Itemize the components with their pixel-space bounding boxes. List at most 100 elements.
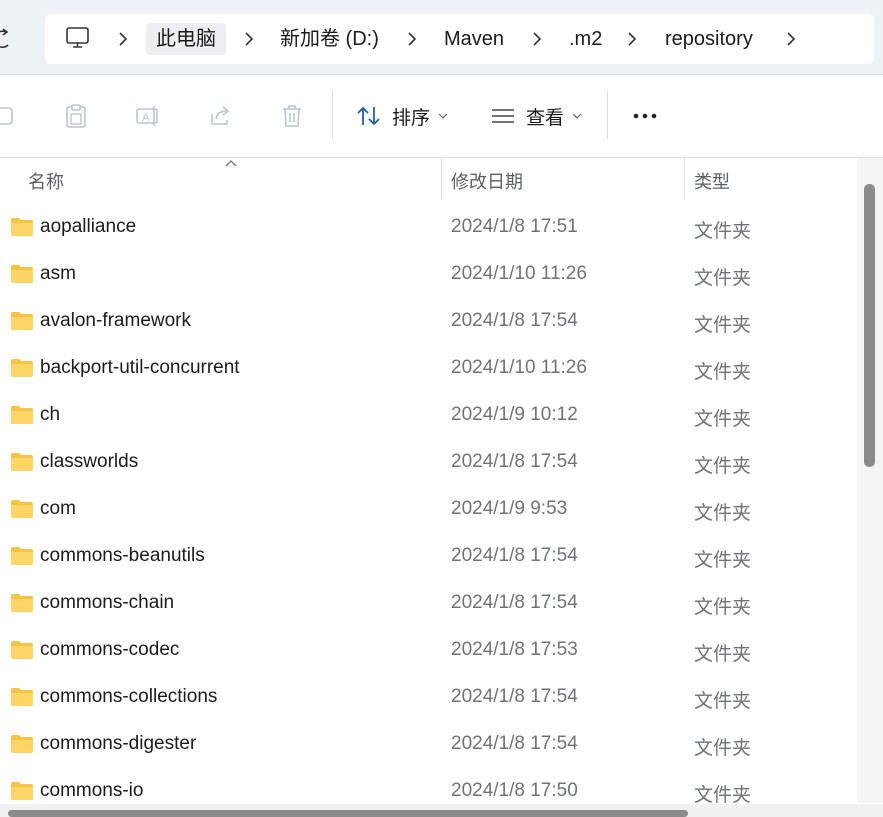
folder-icon: [11, 218, 33, 236]
folder-icon: [11, 312, 33, 330]
view-list-icon: [492, 109, 514, 123]
file-name: backport-util-concurrent: [40, 357, 240, 378]
breadcrumb-item-m2[interactable]: .m2: [569, 23, 602, 55]
file-modified-date: 2024/1/8 17:54: [451, 545, 578, 566]
breadcrumb-item-volume-d[interactable]: 新加卷 (D:): [280, 23, 379, 55]
folder-icon: [11, 594, 33, 612]
chevron-right-icon[interactable]: [117, 31, 129, 47]
vertical-scrollbar-thumb[interactable]: [864, 184, 875, 467]
file-name: commons-digester: [40, 733, 197, 754]
sort-button[interactable]: 排序: [356, 97, 448, 135]
file-name: com: [40, 498, 76, 519]
column-header: 名称 修改日期 类型: [0, 158, 856, 200]
file-type: 文件夹: [694, 597, 752, 618]
file-row[interactable]: commons-digester 2024/1/8 17:54 文件夹: [0, 721, 856, 768]
file-type: 文件夹: [694, 362, 752, 383]
chevron-right-icon[interactable]: [785, 31, 797, 47]
folder-icon: [11, 453, 33, 471]
file-row[interactable]: classworlds 2024/1/8 17:54 文件夹: [0, 439, 856, 486]
horizontal-scrollbar-thumb[interactable]: [8, 810, 688, 817]
folder-icon: [11, 500, 33, 518]
file-row[interactable]: aopalliance 2024/1/8 17:51 文件夹: [0, 204, 856, 251]
file-type: 文件夹: [694, 644, 752, 665]
chevron-down-icon: [438, 113, 448, 119]
file-modified-date: 2024/1/9 9:53: [451, 498, 568, 519]
file-name: commons-codec: [40, 639, 180, 660]
chevron-right-icon[interactable]: [531, 31, 543, 47]
file-row[interactable]: commons-chain 2024/1/8 17:54 文件夹: [0, 580, 856, 627]
sort-label: 排序: [392, 107, 431, 129]
file-modified-date: 2024/1/8 17:50: [451, 780, 578, 801]
file-type: 文件夹: [694, 456, 752, 477]
refresh-icon[interactable]: [0, 26, 14, 52]
chevron-down-icon: [572, 113, 582, 119]
address-bar-area: 此电脑 新加卷 (D:) Maven .m2 repository: [0, 0, 883, 75]
breadcrumb-item-repository[interactable]: repository: [665, 23, 753, 55]
sort-icon: [357, 106, 380, 126]
chevron-right-icon[interactable]: [626, 31, 638, 47]
column-date-header[interactable]: 修改日期: [451, 168, 523, 194]
delete-icon[interactable]: [278, 102, 306, 130]
column-divider[interactable]: [441, 158, 442, 200]
folder-icon: [11, 641, 33, 659]
file-name: asm: [40, 263, 76, 284]
view-label: 查看: [526, 107, 565, 129]
share-icon[interactable]: [206, 102, 234, 130]
folder-icon: [11, 735, 33, 753]
file-modified-date: 2024/1/8 17:51: [451, 216, 578, 237]
file-row[interactable]: com 2024/1/9 9:53 文件夹: [0, 486, 856, 533]
file-row[interactable]: commons-beanutils 2024/1/8 17:54 文件夹: [0, 533, 856, 580]
toolbar-divider: [607, 91, 608, 139]
file-name: commons-chain: [40, 592, 175, 613]
chevron-right-icon[interactable]: [243, 31, 255, 47]
file-name: avalon-framework: [40, 310, 191, 331]
sort-ascending-icon: [225, 160, 237, 167]
folder-icon: [11, 406, 33, 424]
column-divider[interactable]: [684, 158, 685, 200]
this-pc-icon[interactable]: [65, 26, 91, 50]
file-type: 文件夹: [694, 409, 752, 430]
svg-text:A: A: [142, 112, 150, 124]
file-modified-date: 2024/1/8 17:54: [451, 592, 578, 613]
breadcrumb-item-this-pc[interactable]: 此电脑: [146, 23, 226, 55]
chevron-right-icon[interactable]: [406, 31, 418, 47]
file-modified-date: 2024/1/9 10:12: [451, 404, 578, 425]
file-row[interactable]: commons-codec 2024/1/8 17:53 文件夹: [0, 627, 856, 674]
file-modified-date: 2024/1/8 17:54: [451, 733, 578, 754]
file-name: commons-collections: [40, 686, 218, 707]
folder-icon: [11, 547, 33, 565]
file-list: aopalliance 2024/1/8 17:51 文件夹 asm 2024/1/10…: [0, 204, 856, 804]
file-name: aopalliance: [40, 216, 137, 237]
copy-icon[interactable]: [0, 102, 20, 130]
file-row[interactable]: backport-util-concurrent 2024/1/10 11:26 文…: [0, 345, 856, 392]
file-row[interactable]: ch 2024/1/9 10:12 文件夹: [0, 392, 856, 439]
file-row[interactable]: avalon-framework 2024/1/8 17:54 文件夹: [0, 298, 856, 345]
file-type: 文件夹: [694, 550, 752, 571]
folder-icon: [11, 265, 33, 283]
file-modified-date: 2024/1/10 11:26: [451, 263, 587, 284]
file-type: 文件夹: [694, 785, 752, 804]
file-modified-date: 2024/1/8 17:53: [451, 639, 578, 660]
file-name: commons-beanutils: [40, 545, 205, 566]
file-row[interactable]: asm 2024/1/10 11:26 文件夹: [0, 251, 856, 298]
folder-icon: [11, 782, 33, 800]
file-name: commons-io: [40, 780, 144, 801]
file-type: 文件夹: [694, 503, 752, 524]
file-row[interactable]: commons-io 2024/1/8 17:50 文件夹: [0, 768, 856, 804]
file-row[interactable]: commons-collections 2024/1/8 17:54 文件夹: [0, 674, 856, 721]
paste-icon[interactable]: [62, 102, 90, 130]
folder-icon: [11, 359, 33, 377]
breadcrumb-item-maven[interactable]: Maven: [444, 23, 504, 55]
file-name: classworlds: [40, 451, 139, 472]
file-name: ch: [40, 404, 61, 425]
column-name-header[interactable]: 名称: [28, 168, 64, 194]
file-type: 文件夹: [694, 315, 752, 336]
view-button[interactable]: 查看: [490, 97, 582, 135]
column-type-header[interactable]: 类型: [694, 168, 730, 194]
file-type: 文件夹: [694, 268, 752, 289]
file-type: 文件夹: [694, 691, 752, 712]
rename-icon[interactable]: A: [134, 102, 162, 130]
breadcrumb[interactable]: 此电脑 新加卷 (D:) Maven .m2 repository: [45, 14, 874, 64]
file-modified-date: 2024/1/10 11:26: [451, 357, 587, 378]
more-options-icon[interactable]: [632, 109, 660, 123]
